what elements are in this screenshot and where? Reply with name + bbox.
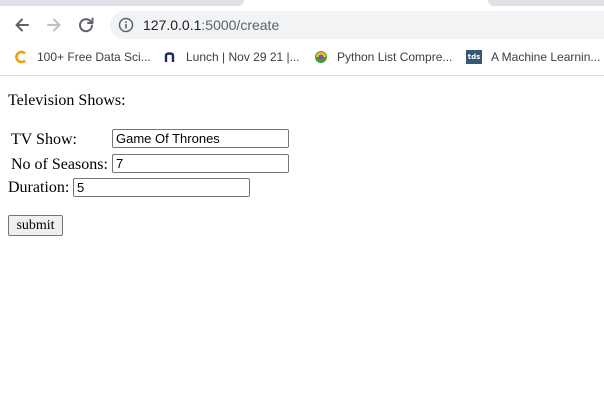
toolbar-divider [0, 75, 604, 76]
bookmark-item[interactable]: 100+ Free Data Sci... [14, 48, 151, 66]
bookmark-label: Lunch | Nov 29 21 |... [186, 50, 300, 64]
url-host: 127.0.0.1 [143, 17, 202, 33]
duration-input[interactable]: 5 [73, 178, 250, 197]
reload-icon [79, 17, 94, 33]
reload-button[interactable] [73, 12, 99, 38]
address-bar[interactable]: 127.0.0.1:5000/create [110, 11, 604, 39]
seasons-label: No of Seasons: [11, 156, 108, 173]
submit-button[interactable]: submit [8, 215, 63, 236]
tv-show-label: TV Show: [11, 131, 77, 148]
bookmark-item[interactable]: Python List Compre... [314, 48, 452, 66]
n-logo-icon [163, 50, 177, 64]
bookmark-label: 100+ Free Data Sci... [37, 50, 151, 64]
python-logo-icon [314, 50, 328, 64]
duration-label: Duration: [8, 179, 70, 196]
c-logo-icon [14, 50, 28, 64]
bookmark-label: Python List Compre... [337, 50, 453, 64]
arrow-left-icon [15, 18, 29, 32]
back-button[interactable] [9, 12, 35, 38]
tds-logo-icon: tds [466, 50, 482, 64]
tv-show-input[interactable]: Game Of Thrones [112, 129, 289, 148]
url-path: :5000/create [201, 17, 280, 33]
bookmark-label: A Machine Learnin... [491, 50, 601, 64]
url-text[interactable]: 127.0.0.1:5000/create [143, 17, 279, 33]
page-title: Television Shows: [8, 92, 126, 109]
info-icon[interactable] [118, 17, 134, 33]
forward-button[interactable] [41, 12, 67, 38]
browser-toolbar: 127.0.0.1:5000/create [0, 6, 604, 44]
arrow-right-icon [47, 18, 61, 32]
bookmarks-bar: 100+ Free Data Sci... Lunch | Nov 29 21 … [0, 44, 604, 70]
seasons-input[interactable]: 7 [112, 154, 289, 173]
bookmark-item[interactable]: tds A Machine Learnin... [466, 48, 600, 66]
bookmark-item[interactable]: Lunch | Nov 29 21 |... [163, 48, 300, 66]
